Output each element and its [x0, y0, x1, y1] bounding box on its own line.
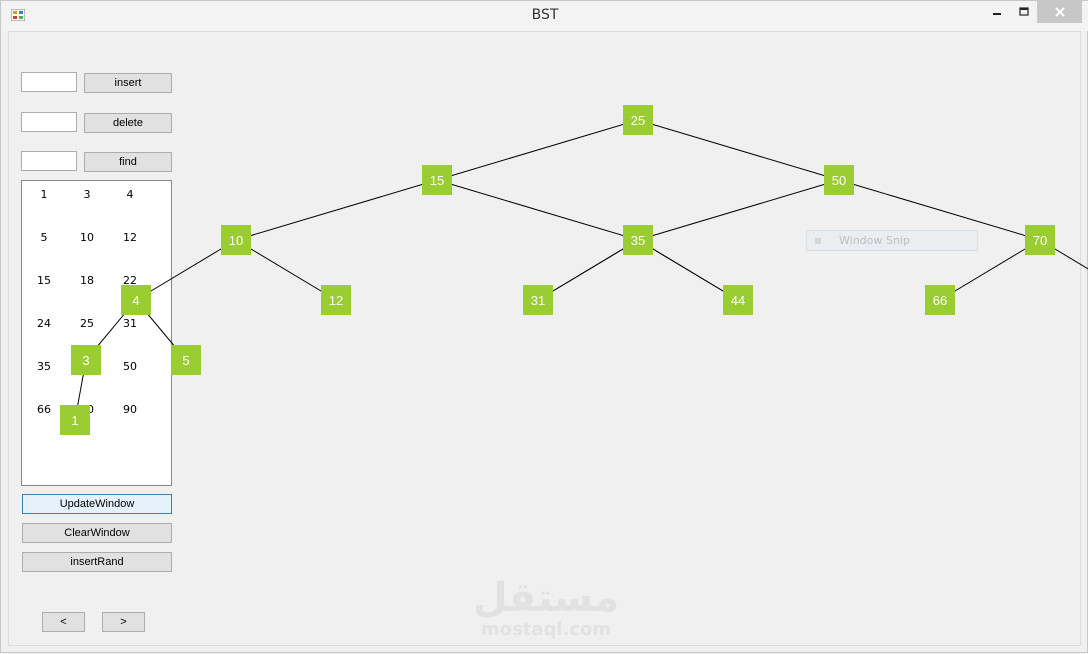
- tree-node: 1: [60, 405, 90, 435]
- tree-node: 70: [1025, 225, 1055, 255]
- tree-edge: [235, 179, 438, 241]
- snip-label: Window Snip: [839, 234, 910, 247]
- tree-node: 66: [925, 285, 955, 315]
- tree-node-value: 12: [329, 293, 343, 308]
- tree-node-value: 10: [229, 233, 243, 248]
- tree-node: 35: [623, 225, 653, 255]
- tree-node: 3: [71, 345, 101, 375]
- watermark-latin: mostaql.com: [480, 619, 612, 640]
- window-snip-overlay: Window Snip: [806, 230, 978, 251]
- tree-edges: [74, 119, 1088, 421]
- tree-node-value: 44: [731, 293, 745, 308]
- tree-edge: [436, 119, 639, 181]
- tree-node-value: 4: [132, 293, 139, 308]
- tree-node-value: 5: [182, 353, 189, 368]
- tree-node: 50: [824, 165, 854, 195]
- tree-node-value: 31: [531, 293, 545, 308]
- tree-node: 4: [121, 285, 151, 315]
- tree-node-value: 50: [832, 173, 846, 188]
- tree-node-value: 15: [430, 173, 444, 188]
- tree-node-value: 70: [1033, 233, 1047, 248]
- tree-canvas: 25151043151222182450353144706690: [60, 105, 1088, 435]
- tree-node-value: 66: [933, 293, 947, 308]
- tree-edge: [436, 179, 639, 241]
- tree-node: 15: [422, 165, 452, 195]
- tree-node-value: 1: [71, 413, 78, 428]
- bst-window: BST insert delete find 1 3 4 5 10 12 15 18 22 24 2…: [0, 0, 1088, 653]
- tree-node: 44: [723, 285, 753, 315]
- tree-node: 31: [523, 285, 553, 315]
- tree-node-value: 3: [82, 353, 89, 368]
- snip-icon: [815, 237, 821, 244]
- tree-node: 10: [221, 225, 251, 255]
- watermark-arabic: مستقل: [472, 575, 620, 621]
- tree-nodes: 25151043151222182450353144706690: [60, 105, 1055, 435]
- tree-node: 5: [171, 345, 201, 375]
- tree-node-value: 25: [631, 113, 645, 128]
- tree-node-value: 35: [631, 233, 645, 248]
- tree-node: 12: [321, 285, 351, 315]
- tree-edge: [637, 119, 840, 181]
- tree-node: 25: [623, 105, 653, 135]
